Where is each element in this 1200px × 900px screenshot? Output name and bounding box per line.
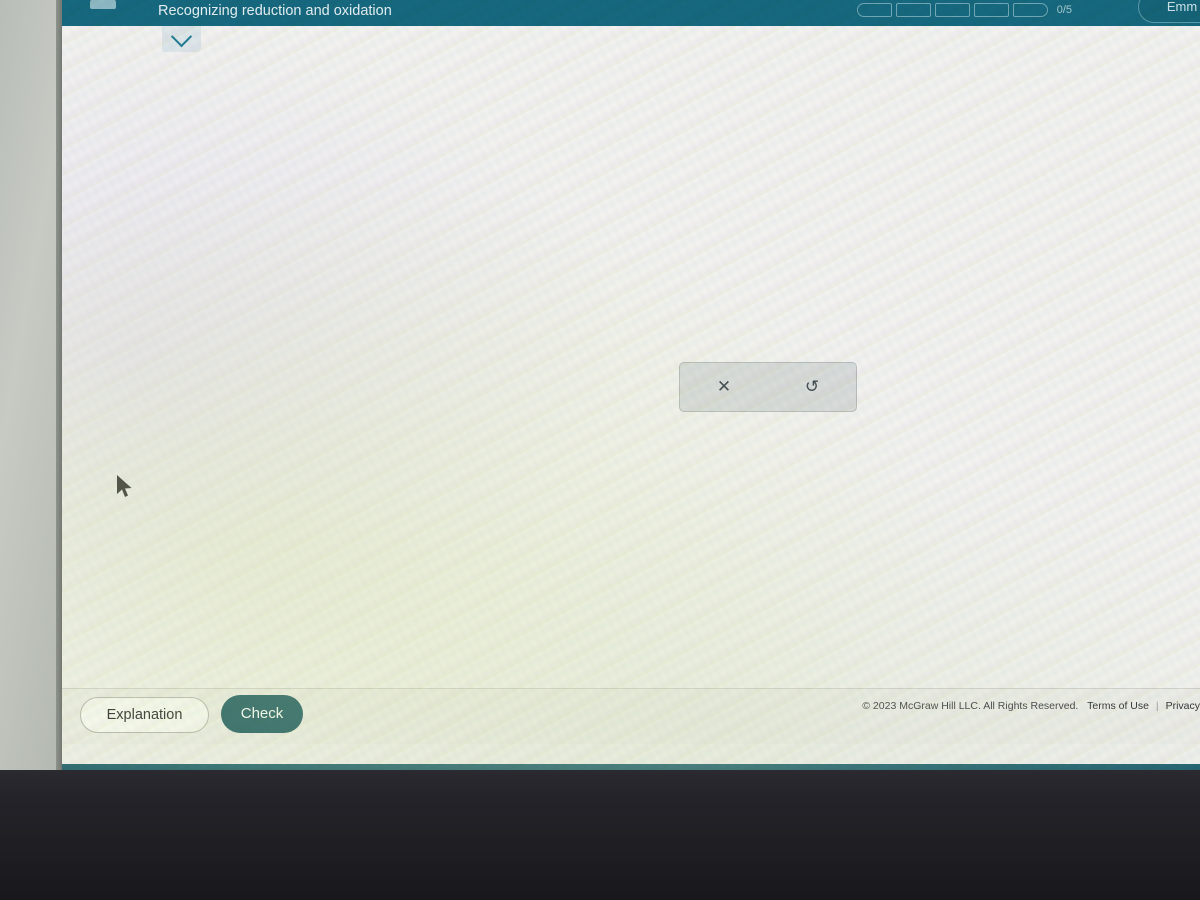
exercise-content — [62, 26, 1200, 744]
progress-segment — [895, 3, 931, 17]
screenshot-stage: Recognizing reduction and oxidation 0/5 … — [0, 0, 1200, 900]
terms-of-use-link[interactable]: Terms of Use — [1087, 700, 1149, 712]
mouse-cursor — [117, 475, 132, 497]
privacy-link[interactable]: Privacy — [1166, 700, 1200, 712]
explanation-button[interactable]: Explanation — [80, 697, 209, 733]
answer-toolbar: ✕ ↺ — [679, 362, 857, 412]
progress-segment — [1012, 3, 1048, 17]
user-account-button[interactable]: Emm — [1138, 0, 1200, 23]
laptop-screen: Recognizing reduction and oxidation 0/5 … — [62, 0, 1200, 770]
clear-answers-button[interactable]: ✕ — [680, 364, 768, 410]
app-header-bar: Recognizing reduction and oxidation 0/5 … — [62, 0, 1200, 26]
progress-segment — [934, 3, 970, 17]
progress-count: 0/5 — [1056, 4, 1072, 16]
copyright-text: © 2023 McGraw Hill LLC. All Rights Reser… — [862, 700, 1079, 712]
footer-separator: | — [1155, 700, 1159, 712]
page-title: Recognizing reduction and oxidation — [158, 3, 392, 19]
footer-divider — [62, 688, 1200, 689]
laptop-bezel: MacBook Air — [0, 770, 1200, 900]
progress-indicator: 0/5 — [856, 3, 1072, 17]
progress-segment — [856, 3, 892, 17]
collapse-panel-tab[interactable] — [162, 25, 201, 52]
copyright-notice: © 2023 McGraw Hill LLC. All Rights Reser… — [862, 700, 1200, 712]
chevron-down-icon — [170, 25, 193, 47]
reset-answers-button[interactable]: ↺ — [768, 364, 856, 410]
desk-surface-left — [0, 0, 62, 782]
check-button[interactable]: Check — [221, 695, 303, 733]
progress-segment — [973, 3, 1009, 17]
hamburger-icon[interactable] — [90, 0, 116, 9]
progress-bar — [856, 3, 1048, 17]
